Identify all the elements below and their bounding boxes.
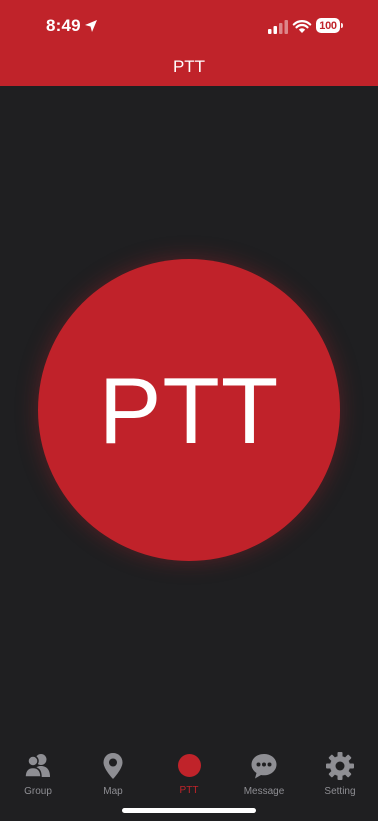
home-indicator[interactable]: [122, 808, 256, 813]
gear-icon: [325, 751, 355, 781]
tab-map[interactable]: Map: [75, 742, 151, 797]
tab-ptt[interactable]: PTT: [151, 742, 227, 796]
tab-group[interactable]: Group: [0, 742, 76, 797]
tab-setting[interactable]: Setting: [302, 742, 378, 797]
cellular-signal-icon: [268, 20, 288, 34]
status-bar: 8:49 100: [0, 0, 378, 50]
location-arrow-icon: [85, 20, 97, 32]
ptt-button[interactable]: PTT: [38, 259, 340, 561]
ptt-dot-icon: [174, 751, 204, 780]
tab-label: Group: [24, 786, 52, 797]
group-icon: [23, 751, 53, 781]
tab-label: Message: [243, 786, 285, 797]
tab-message[interactable]: Message: [226, 742, 302, 797]
battery-icon: 100: [316, 18, 340, 33]
tab-label: Setting: [324, 786, 356, 797]
battery-cap: [341, 23, 343, 28]
tab-bar: Group Map PTT Message Setting: [0, 742, 378, 802]
battery-level: 100: [319, 19, 337, 32]
status-time: 8:49: [46, 16, 81, 35]
tab-label: Map: [103, 786, 123, 797]
top-header: 8:49 100 PTT: [0, 0, 378, 86]
wifi-icon: [292, 20, 312, 33]
tab-label: PTT: [179, 785, 199, 796]
ptt-button-label: PTT: [98, 358, 280, 463]
map-pin-icon: [98, 751, 128, 781]
page-title: PTT: [172, 57, 206, 76]
message-icon: [249, 751, 279, 781]
